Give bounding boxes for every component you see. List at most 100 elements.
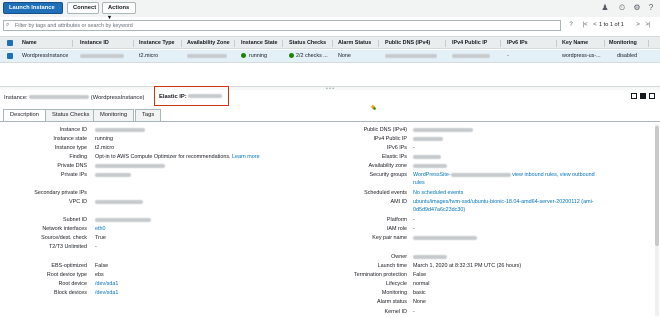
- create-alarm-icon[interactable]: [370, 104, 376, 110]
- tab-tags[interactable]: Tags: [135, 109, 162, 121]
- running-status-icon: [241, 53, 246, 59]
- launch-instance-button[interactable]: Launch Instance ▾: [3, 2, 63, 21]
- actions-button[interactable]: Actions ▾: [102, 2, 136, 21]
- row-checks-text: 2/2 checks ...: [296, 53, 328, 59]
- col-status-checks[interactable]: Status Checks: [289, 37, 326, 49]
- label-private-ips: Private IPs: [60, 172, 87, 178]
- last-page-icon[interactable]: >|: [643, 20, 653, 30]
- col-resize[interactable]: [181, 40, 182, 47]
- value-iam-role: -: [413, 226, 415, 232]
- next-page-icon[interactable]: >: [633, 20, 643, 30]
- instance-summary: Instance: (WordpressInstance): [4, 93, 144, 103]
- value-launch-time: March 1, 2020 at 8:32:31 PM UTC (26 hour…: [413, 263, 522, 269]
- col-ipv4-public-ip[interactable]: IPv4 Public IP: [452, 37, 487, 49]
- first-page-icon[interactable]: |<: [580, 20, 590, 30]
- user-icon[interactable]: ♟: [600, 3, 610, 13]
- col-key-name[interactable]: Key Name: [562, 37, 588, 49]
- label-launch-time: Launch time: [377, 263, 407, 269]
- col-resize[interactable]: [445, 40, 446, 47]
- row-state: running: [241, 50, 267, 62]
- row-ipv4-redacted: [452, 50, 490, 62]
- search-icon: ⌕: [6, 22, 10, 28]
- col-resize[interactable]: [556, 40, 557, 47]
- block-device-link[interactable]: /dev/sda1: [95, 290, 118, 297]
- search-placeholder: Filter by tags and attributes or search …: [15, 23, 133, 29]
- label-owner: Owner: [391, 254, 407, 260]
- col-resize[interactable]: [500, 40, 501, 47]
- col-resize[interactable]: [234, 40, 235, 47]
- notifications-icon[interactable]: ⏲: [617, 3, 627, 13]
- help-circle-icon[interactable]: ?: [566, 20, 576, 30]
- col-name[interactable]: Name: [22, 37, 37, 49]
- elastic-ip-redacted: [188, 94, 223, 99]
- table-row[interactable]: WordpressInstance t2.micro running 2/2 c…: [0, 50, 660, 110]
- view-outbound-rules-link[interactable]: rules: [413, 180, 425, 187]
- col-resize[interactable]: [378, 40, 379, 47]
- root-device-link[interactable]: /dev/sda1: [95, 281, 118, 288]
- value-vpc-id-redacted: [95, 199, 143, 206]
- col-instance-state[interactable]: Instance State: [241, 37, 278, 49]
- row-checkbox[interactable]: [7, 53, 13, 59]
- col-monitoring[interactable]: Monitoring: [609, 37, 637, 49]
- security-group-link[interactable]: WordPressSite-: [413, 172, 451, 178]
- value-ipv6-ips: -: [413, 145, 415, 151]
- tab-monitoring[interactable]: Monitoring: [93, 109, 135, 121]
- label-block-devices: Block devices: [54, 290, 87, 296]
- col-alarm-status[interactable]: Alarm Status: [338, 37, 371, 49]
- scrollbar-thumb[interactable]: [655, 126, 659, 246]
- ami-id-link-cont[interactable]: 0d5d9d47a6c23dc30): [413, 207, 465, 214]
- connect-button[interactable]: Connect: [67, 2, 99, 14]
- settings-gear-icon[interactable]: ⚙: [632, 3, 642, 13]
- label-secondary-private-ips: Secondary private IPs: [34, 190, 87, 196]
- scheduled-events-link[interactable]: No scheduled events: [413, 190, 463, 197]
- col-resize[interactable]: [72, 40, 73, 47]
- label-scheduled-events: Scheduled events: [364, 190, 407, 196]
- col-resize[interactable]: [282, 40, 283, 47]
- pane-resize-handle[interactable]: • • •: [0, 86, 660, 92]
- elastic-ip-label: Elastic IP:: [159, 94, 187, 100]
- tab-status-checks[interactable]: Status Checks: [45, 109, 97, 121]
- details-scrollbar[interactable]: [655, 124, 659, 316]
- drag-handle-icon[interactable]: • • •: [326, 86, 334, 92]
- col-resize[interactable]: [133, 40, 134, 47]
- panel-maximize-icon[interactable]: [640, 93, 646, 99]
- col-availability-zone[interactable]: Availability Zone: [187, 37, 230, 49]
- help-icon[interactable]: ?: [646, 3, 656, 13]
- value-root-device-type: ebs: [95, 272, 104, 278]
- search-filter-input[interactable]: ⌕ Filter by tags and attributes or searc…: [3, 20, 561, 31]
- value-lifecycle: normal: [413, 281, 430, 287]
- security-group-redacted: [450, 172, 511, 177]
- label-iam-role: IAM role: [386, 226, 407, 232]
- view-rules-link[interactable]: view inbound rules, view outbound: [512, 172, 594, 178]
- label-key-pair-name: Key pair name: [372, 235, 407, 241]
- col-resize[interactable]: [332, 40, 333, 47]
- value-owner-redacted: [413, 254, 447, 261]
- value-platform: -: [413, 217, 415, 223]
- label-ebs-optimized: EBS-optimized: [51, 263, 87, 269]
- value-elastic-ips-redacted: [413, 154, 441, 161]
- row-instance-id-redacted: [80, 50, 124, 62]
- ami-id-link[interactable]: ubuntu/images/hvm-ssd/ubuntu-bionic-18.0…: [413, 199, 594, 206]
- launch-instance-label: Launch Instance: [9, 5, 55, 11]
- value-ebs-optimized: False: [95, 263, 109, 269]
- col-ipv6-ips[interactable]: IPv6 IPs: [507, 37, 528, 49]
- label-alarm-status: Alarm status: [377, 299, 407, 305]
- value-key-pair-redacted: [413, 235, 477, 242]
- label-private-dns: Private DNS: [57, 163, 87, 169]
- col-public-dns[interactable]: Public DNS (IPv4): [385, 37, 430, 49]
- label-availability-zone: Availability zone: [368, 163, 407, 169]
- panel-layout-icon[interactable]: [631, 93, 637, 99]
- instance-id-redacted: [29, 95, 90, 100]
- check-icon: [289, 53, 294, 59]
- label-source-dest-check: Source/dest. check: [41, 235, 87, 241]
- row-monitoring: disabled: [617, 53, 638, 59]
- col-instance-id[interactable]: Instance ID: [80, 37, 109, 49]
- col-resize[interactable]: [648, 40, 649, 47]
- learn-more-link[interactable]: Learn more: [232, 154, 260, 160]
- label-termination-protection: Termination protection: [353, 272, 407, 278]
- select-all-checkbox[interactable]: [7, 40, 13, 46]
- network-interface-link[interactable]: eth0: [95, 226, 106, 233]
- panel-split-icon[interactable]: [649, 93, 655, 99]
- col-instance-type[interactable]: Instance Type: [139, 37, 175, 49]
- col-resize[interactable]: [604, 40, 605, 47]
